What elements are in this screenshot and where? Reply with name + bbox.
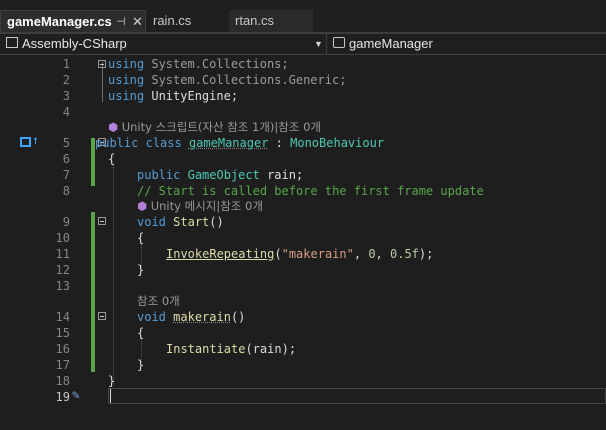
unity-message-icon[interactable]: [20, 137, 31, 147]
current-line-highlight: [108, 388, 606, 404]
tab-gamemanager[interactable]: gameManager.cs ⊣ ✕: [0, 10, 146, 32]
close-icon[interactable]: ✕: [132, 11, 143, 33]
arrow-up-icon: ↑: [32, 133, 40, 147]
change-indicator: [91, 212, 95, 292]
class-icon: [333, 37, 345, 48]
code-line-16: Instantiate(rain);: [166, 342, 297, 356]
code-line-5: public class gameManager : MonoBehaviour: [95, 136, 385, 150]
tab-label: rtan.cs: [235, 13, 275, 28]
code-line-11: InvokeRepeating("makerain", 0, 0.5f);: [166, 247, 434, 261]
code-line-9: void Start(): [137, 215, 224, 229]
class-dropdown[interactable]: gameManager: [349, 35, 433, 53]
code-line-18: }: [108, 374, 116, 388]
tab-rain[interactable]: rain.cs: [147, 10, 227, 32]
text-caret: [110, 389, 111, 403]
code-line-3: using UnityEngine;: [108, 89, 239, 103]
code-line-6: {: [108, 152, 116, 166]
pin-icon[interactable]: ⊣: [116, 11, 126, 33]
navigation-bar: Assembly-CSharp ▼ gameManager: [0, 34, 606, 55]
code-line-2: using System.Collections.Generic;: [108, 73, 347, 87]
project-icon: [6, 37, 18, 48]
codelens-unity-message[interactable]: ⬢ Unity 메시지|참조 0개: [137, 198, 263, 214]
code-line-17: }: [137, 358, 145, 372]
collapse-icon[interactable]: [98, 312, 106, 320]
collapse-icon[interactable]: [98, 217, 106, 225]
codelens-unity-script[interactable]: ⬢ Unity 스크립트(자산 참조 1개)|참조 0개: [108, 119, 321, 135]
code-line-1: using System.Collections;: [108, 57, 289, 71]
tab-label: gameManager.cs: [7, 14, 112, 29]
code-line-8: // Start is called before the first fram…: [137, 184, 484, 198]
codelens-references[interactable]: 참조 0개: [137, 293, 180, 309]
tab-bar: gameManager.cs ⊣ ✕ rain.cs rtan.cs: [0, 0, 606, 34]
code-line-15: {: [137, 326, 145, 340]
code-line-14: void makerain(): [137, 310, 246, 324]
code-line-7: public GameObject rain;: [137, 168, 304, 182]
project-dropdown[interactable]: Assembly-CSharp: [22, 35, 127, 53]
tab-rtan[interactable]: rtan.cs: [229, 10, 313, 32]
quick-action-icon[interactable]: ✎: [72, 388, 80, 403]
code-line-12: }: [137, 263, 145, 277]
change-indicator: [91, 292, 95, 372]
tab-label: rain.cs: [153, 13, 192, 28]
chevron-down-icon[interactable]: ▼: [314, 35, 323, 53]
code-line-10: {: [137, 231, 145, 245]
collapse-icon[interactable]: [98, 60, 106, 68]
